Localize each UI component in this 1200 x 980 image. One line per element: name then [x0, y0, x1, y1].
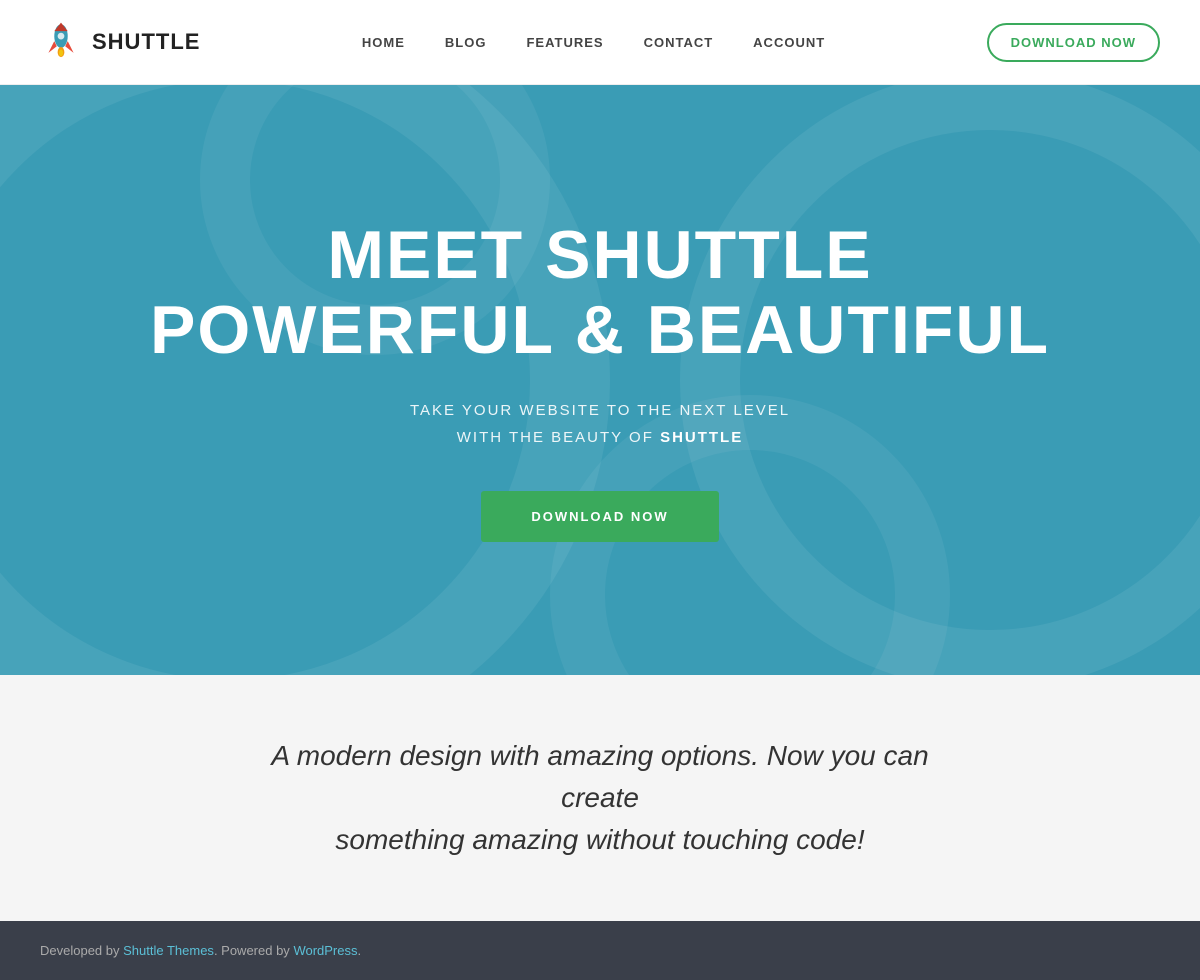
- nav-item-contact[interactable]: CONTACT: [644, 35, 714, 50]
- footer-suffix: .: [358, 943, 362, 958]
- footer: Developed by Shuttle Themes. Powered by …: [0, 921, 1200, 980]
- hero-content: MEET SHUTTLE POWERFUL & BEAUTIFUL TAKE Y…: [150, 218, 1050, 543]
- rocket-icon: [40, 21, 82, 63]
- tagline-line1: A modern design with amazing options. No…: [271, 740, 928, 813]
- header-download-button[interactable]: DOWNLOAD NOW: [987, 23, 1160, 62]
- nav-item-features[interactable]: FEATURES: [526, 35, 603, 50]
- header: SHUTTLE HOME BLOG FEATURES CONTACT ACCOU…: [0, 0, 1200, 85]
- tagline-text: A modern design with amazing options. No…: [250, 735, 950, 861]
- tagline-line2: something amazing without touching code!: [335, 824, 864, 855]
- hero-subtitle-line2-bold: SHUTTLE: [660, 429, 743, 446]
- nav-item-blog[interactable]: BLOG: [445, 35, 487, 50]
- main-nav: HOME BLOG FEATURES CONTACT ACCOUNT: [362, 35, 825, 50]
- hero-subtitle: TAKE YOUR WEBSITE TO THE NEXT LEVEL WITH…: [150, 397, 1050, 451]
- footer-wordpress-link[interactable]: WordPress: [293, 943, 357, 958]
- footer-middle: . Powered by: [214, 943, 294, 958]
- hero-subtitle-line2-plain: WITH THE BEAUTY OF: [457, 429, 660, 446]
- logo-text: SHUTTLE: [92, 29, 200, 55]
- footer-text: Developed by Shuttle Themes. Powered by …: [40, 943, 361, 958]
- hero-section: MEET SHUTTLE POWERFUL & BEAUTIFUL TAKE Y…: [0, 85, 1200, 675]
- footer-prefix: Developed by: [40, 943, 123, 958]
- nav-item-home[interactable]: HOME: [362, 35, 405, 50]
- logo[interactable]: SHUTTLE: [40, 21, 200, 63]
- hero-title: MEET SHUTTLE POWERFUL & BEAUTIFUL: [150, 218, 1050, 368]
- hero-title-line2: POWERFUL & BEAUTIFUL: [150, 292, 1050, 368]
- footer-shuttle-themes-link[interactable]: Shuttle Themes: [123, 943, 214, 958]
- hero-subtitle-line1: TAKE YOUR WEBSITE TO THE NEXT LEVEL: [410, 402, 790, 419]
- hero-title-line1: MEET SHUTTLE: [327, 217, 872, 293]
- tagline-section: A modern design with amazing options. No…: [0, 675, 1200, 921]
- hero-download-button[interactable]: DOWNLOAD NOW: [481, 491, 718, 542]
- nav-item-account[interactable]: ACCOUNT: [753, 35, 825, 50]
